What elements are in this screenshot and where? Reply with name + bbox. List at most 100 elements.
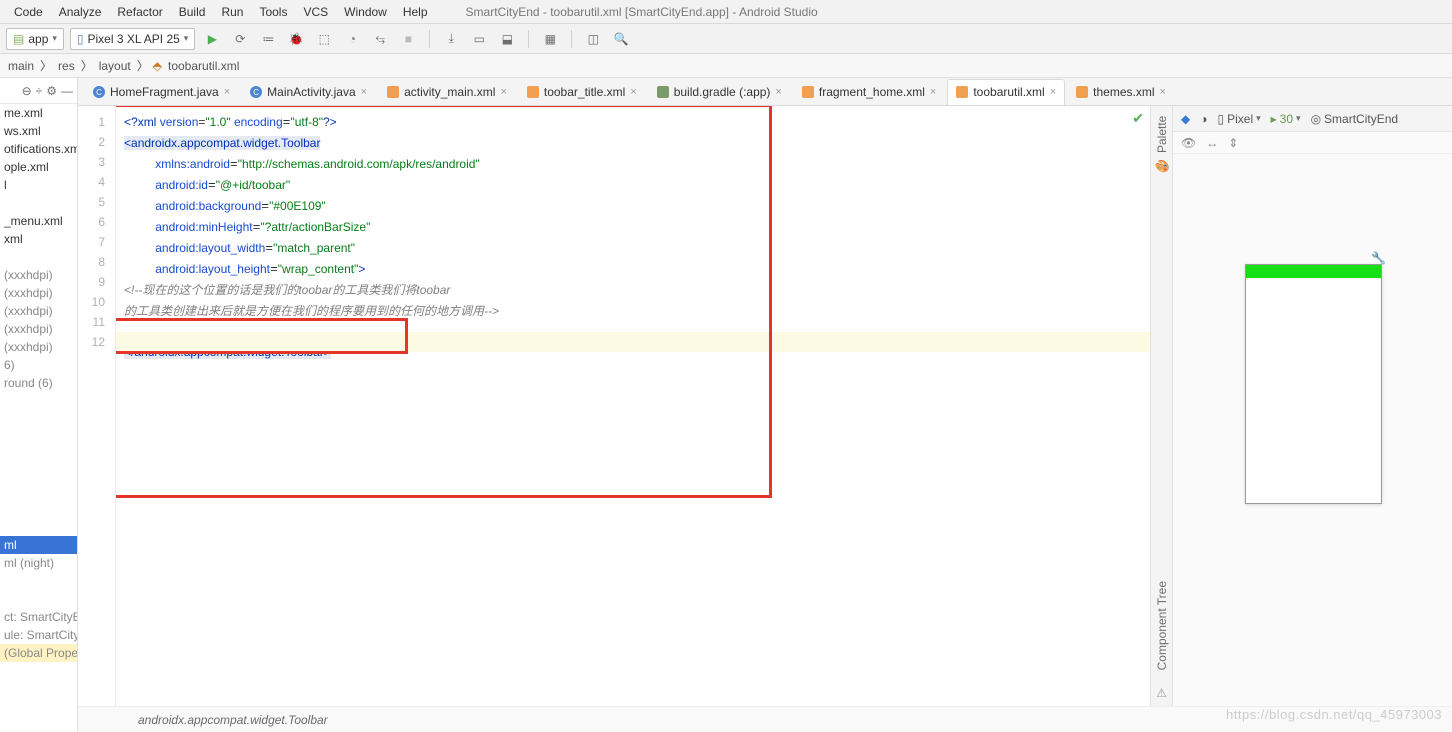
attach-debugger-button[interactable]: ⥃ bbox=[369, 28, 391, 50]
code-area[interactable]: ✔ <?xml version="1.0" encoding="utf-8"?>… bbox=[116, 106, 1150, 706]
menu-code[interactable]: Code bbox=[6, 3, 51, 21]
filetype-icon bbox=[527, 86, 539, 98]
close-icon[interactable]: × bbox=[630, 86, 636, 98]
tree-item[interactable]: (xxxhdpi) bbox=[0, 320, 77, 338]
tree-item[interactable]: 6) bbox=[0, 356, 77, 374]
structure-button[interactable]: ▦ bbox=[539, 28, 561, 50]
breadcrumb-item[interactable]: layout bbox=[97, 59, 133, 73]
tree-item[interactable] bbox=[0, 410, 77, 428]
tree-item[interactable] bbox=[0, 572, 77, 590]
profile-button[interactable]: ◔ bbox=[341, 28, 363, 50]
source-code[interactable]: <?xml version="1.0" encoding="utf-8"?> <… bbox=[116, 106, 1150, 369]
editor-tab[interactable]: CHomeFragment.java× bbox=[84, 79, 239, 105]
editor-tab[interactable]: toobar_title.xml× bbox=[518, 79, 646, 105]
tree-item[interactable] bbox=[0, 464, 77, 482]
tree-item[interactable] bbox=[0, 590, 77, 608]
close-icon[interactable]: × bbox=[224, 86, 230, 98]
tree-item[interactable]: ct: SmartCityE bbox=[0, 608, 77, 626]
tree-item[interactable]: me.xml bbox=[0, 104, 77, 122]
layout-button[interactable]: ◫ bbox=[582, 28, 604, 50]
avd-button[interactable]: ▭ bbox=[468, 28, 490, 50]
tree-item[interactable]: _menu.xml bbox=[0, 212, 77, 230]
breadcrumb-item[interactable]: main bbox=[6, 59, 36, 73]
project-tree[interactable]: ⊖ ÷ ⚙ — me.xmlws.xmlotifications.xmlople… bbox=[0, 78, 78, 732]
tree-item[interactable]: ule: SmartCity bbox=[0, 626, 77, 644]
coverage-button[interactable]: ⬚ bbox=[313, 28, 335, 50]
zoom-icon[interactable]: ⇕ bbox=[1228, 136, 1238, 150]
search-button[interactable]: 🔍 bbox=[610, 28, 632, 50]
close-icon[interactable]: × bbox=[930, 86, 936, 98]
component-tree-tab[interactable]: Component Tree bbox=[1155, 571, 1169, 680]
breadcrumb-item[interactable]: res bbox=[56, 59, 77, 73]
tree-item[interactable] bbox=[0, 446, 77, 464]
tree-item[interactable] bbox=[0, 428, 77, 446]
run-button[interactable]: ▶ bbox=[201, 28, 223, 50]
theme-select[interactable]: ◎ SmartCityEnd bbox=[1311, 112, 1399, 126]
menu-vcs[interactable]: VCS bbox=[295, 3, 336, 21]
close-icon[interactable]: × bbox=[500, 86, 506, 98]
menu-analyze[interactable]: Analyze bbox=[51, 3, 110, 21]
tree-item[interactable] bbox=[0, 482, 77, 500]
tree-item[interactable]: xml bbox=[0, 230, 77, 248]
collapse-icon[interactable]: ÷ bbox=[36, 84, 43, 98]
tree-item[interactable]: ml (night) bbox=[0, 554, 77, 572]
sync-button[interactable]: ⤓ bbox=[440, 28, 462, 50]
palette-tab[interactable]: 🎨 Palette bbox=[1155, 106, 1169, 184]
design-surface-btn[interactable]: ◆ bbox=[1181, 112, 1190, 126]
tree-item[interactable] bbox=[0, 248, 77, 266]
visibility-icon[interactable]: 👁 bbox=[1181, 136, 1196, 150]
orientation-btn[interactable]: ◑ bbox=[1200, 112, 1207, 126]
menu-help[interactable]: Help bbox=[395, 3, 436, 21]
device-combo[interactable]: ▯ Pixel 3 XL API 25 ▾ bbox=[70, 28, 195, 50]
warning-icon[interactable]: ⚠ bbox=[1156, 680, 1167, 706]
stop-process-button[interactable]: ■ bbox=[397, 28, 419, 50]
menu-refactor[interactable]: Refactor bbox=[109, 3, 170, 21]
menu-tools[interactable]: Tools bbox=[251, 3, 295, 21]
close-icon[interactable]: × bbox=[775, 86, 781, 98]
editor-tab[interactable]: toobarutil.xml× bbox=[947, 79, 1065, 105]
tree-item[interactable] bbox=[0, 194, 77, 212]
sdk-button[interactable]: ⬓ bbox=[496, 28, 518, 50]
close-icon[interactable]: × bbox=[361, 86, 367, 98]
editor-tab[interactable]: themes.xml× bbox=[1067, 79, 1175, 105]
editor-tab[interactable]: fragment_home.xml× bbox=[793, 79, 945, 105]
tree-item[interactable]: l bbox=[0, 176, 77, 194]
tree-item[interactable]: ml bbox=[0, 536, 77, 554]
tree-item[interactable]: (xxxhdpi) bbox=[0, 302, 77, 320]
filter-icon[interactable]: ⊖ bbox=[22, 84, 32, 98]
tree-item[interactable] bbox=[0, 392, 77, 410]
wrench-icon[interactable]: 🔧 bbox=[1371, 251, 1386, 265]
menu-window[interactable]: Window bbox=[336, 3, 395, 21]
preview-canvas[interactable]: 🔧 bbox=[1173, 154, 1452, 706]
inspection-ok-icon[interactable]: ✔ bbox=[1132, 110, 1144, 127]
debug-button[interactable]: 🐞 bbox=[285, 28, 307, 50]
tree-item[interactable]: (xxxhdpi) bbox=[0, 338, 77, 356]
tree-item[interactable]: ople.xml bbox=[0, 158, 77, 176]
tree-item[interactable]: ws.xml bbox=[0, 122, 77, 140]
stop-button[interactable]: ≔ bbox=[257, 28, 279, 50]
menu-run[interactable]: Run bbox=[213, 3, 251, 21]
close-icon[interactable]: × bbox=[1160, 86, 1166, 98]
tree-item[interactable]: (xxxhdpi) bbox=[0, 284, 77, 302]
device-select[interactable]: ▯ Pixel ▾ bbox=[1217, 112, 1260, 126]
close-icon[interactable]: × bbox=[1050, 86, 1056, 98]
tree-item[interactable]: (Global Prope bbox=[0, 644, 77, 662]
gear-icon[interactable]: ⚙ bbox=[46, 84, 57, 98]
apply-changes-button[interactable]: ⟳ bbox=[229, 28, 251, 50]
breadcrumb-item[interactable]: toobarutil.xml bbox=[166, 59, 241, 73]
tree-item[interactable]: round (6) bbox=[0, 374, 77, 392]
gutter: 123456789101112 bbox=[78, 106, 116, 706]
tree-item[interactable] bbox=[0, 500, 77, 518]
pan-icon[interactable]: ↔ bbox=[1206, 136, 1218, 150]
tree-item[interactable]: (xxxhdpi) bbox=[0, 266, 77, 284]
editor-tab[interactable]: build.gradle (:app)× bbox=[648, 79, 791, 105]
editor-tab[interactable]: activity_main.xml× bbox=[378, 79, 516, 105]
hide-icon[interactable]: — bbox=[61, 84, 73, 98]
api-select[interactable]: ▸ 30 ▾ bbox=[1271, 112, 1301, 126]
tree-item[interactable]: otifications.xml bbox=[0, 140, 77, 158]
device-frame[interactable] bbox=[1245, 264, 1382, 504]
menu-build[interactable]: Build bbox=[171, 3, 214, 21]
run-config-combo[interactable]: ▤ app ▾ bbox=[6, 28, 64, 50]
tree-item[interactable] bbox=[0, 518, 77, 536]
editor-tab[interactable]: CMainActivity.java× bbox=[241, 79, 376, 105]
